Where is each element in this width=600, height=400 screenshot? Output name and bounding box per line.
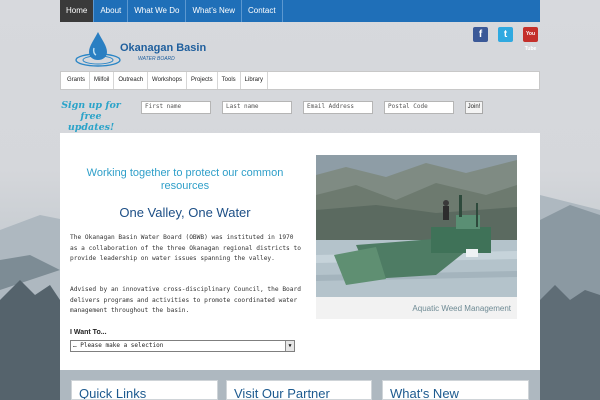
main-panel: Working together to protect our common r… bbox=[60, 133, 540, 370]
whats-new-card: What's New bbox=[382, 380, 529, 400]
quick-links-heading: Quick Links bbox=[79, 386, 147, 400]
logo-title: Okanagan Basin bbox=[120, 42, 207, 54]
feature-photo[interactable] bbox=[316, 155, 517, 297]
sub-navigation: Grants Milfoil Outreach Workshops Projec… bbox=[60, 71, 540, 90]
facebook-glyph: f bbox=[478, 29, 483, 40]
site-logo[interactable]: Okanagan Basin WATER BOARD bbox=[74, 30, 224, 70]
council-paragraph: Advised by an innovative cross-disciplin… bbox=[70, 286, 301, 315]
nav-item-whats-new[interactable]: What’s New bbox=[186, 0, 242, 22]
submenu-item-tools[interactable]: Tools bbox=[218, 72, 241, 89]
submenu-item-milfoil[interactable]: Milfoil bbox=[90, 72, 115, 89]
page-headline: One Valley, One Water bbox=[119, 205, 251, 220]
visit-partner-card: Visit Our Partner bbox=[226, 380, 372, 400]
signup-heading-line1: Sign up for bbox=[61, 100, 121, 111]
last-name-field[interactable]: Last name bbox=[222, 101, 292, 114]
logo-subtitle: WATER BOARD bbox=[138, 56, 175, 62]
submenu-item-projects[interactable]: Projects bbox=[187, 72, 218, 89]
submenu-item-outreach[interactable]: Outreach bbox=[114, 72, 149, 89]
twitter-glyph: t bbox=[503, 29, 508, 40]
signup-heading-line2: free updates! bbox=[67, 111, 115, 133]
signup-heading: Sign up for free updates! bbox=[60, 100, 122, 133]
select-value: … Please make a selection bbox=[73, 342, 164, 349]
nav-item-about[interactable]: About bbox=[94, 0, 129, 22]
i-want-to-label: I Want To... bbox=[70, 329, 107, 336]
twitter-icon[interactable]: t bbox=[498, 27, 513, 42]
water-drop-icon bbox=[75, 32, 121, 67]
i-want-to-select[interactable]: … Please make a selection ▼ bbox=[70, 340, 295, 352]
main-navigation: Home About What We Do What’s New Contact bbox=[60, 0, 540, 22]
join-button[interactable]: Join! bbox=[465, 101, 483, 114]
tagline: Working together to protect our common r… bbox=[86, 167, 284, 192]
intro-paragraph: The Okanagan Basin Water Board (OBWB) wa… bbox=[70, 234, 301, 263]
quick-links-card: Quick Links bbox=[71, 380, 218, 400]
youtube-glyph: You Tube bbox=[524, 31, 537, 52]
nav-item-home[interactable]: Home bbox=[60, 0, 95, 22]
dropdown-arrow-icon[interactable]: ▼ bbox=[285, 341, 294, 351]
youtube-icon[interactable]: You Tube bbox=[523, 27, 538, 52]
email-field[interactable]: Email Address bbox=[303, 101, 373, 114]
facebook-icon[interactable]: f bbox=[473, 27, 488, 42]
visit-partner-heading: Visit Our Partner bbox=[234, 386, 330, 400]
submenu-item-workshops[interactable]: Workshops bbox=[148, 72, 187, 89]
whats-new-heading: What's New bbox=[390, 386, 459, 400]
postal-code-field[interactable]: Postal Code bbox=[384, 101, 454, 114]
submenu-item-library[interactable]: Library bbox=[241, 72, 268, 89]
first-name-field[interactable]: First name bbox=[141, 101, 211, 114]
photo-caption: Aquatic Weed Management bbox=[412, 304, 511, 313]
nav-item-contact[interactable]: Contact bbox=[242, 0, 283, 22]
nav-item-what-we-do[interactable]: What We Do bbox=[128, 0, 187, 22]
submenu-item-grants[interactable]: Grants bbox=[63, 72, 91, 89]
